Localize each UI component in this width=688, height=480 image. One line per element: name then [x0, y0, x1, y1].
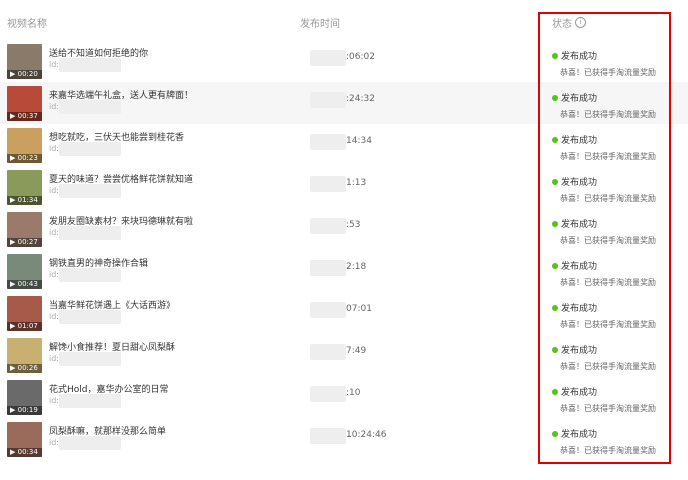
publish-time: 7:49 [300, 344, 390, 360]
id-blur [59, 142, 121, 156]
video-thumbnail[interactable]: ▶ 00:19 [7, 380, 42, 415]
publish-time: 10:24:46 [300, 428, 390, 444]
id-blur [59, 268, 121, 282]
video-thumbnail[interactable]: ▶ 00:37 [7, 86, 42, 121]
video-thumbnail[interactable]: ▶ 01:07 [7, 296, 42, 331]
duration-badge: ▶ 01:34 [7, 196, 42, 205]
video-thumbnail[interactable]: ▶ 00:23 [7, 128, 42, 163]
duration-badge: ▶ 01:07 [7, 322, 42, 331]
duration-badge: ▶ 00:26 [7, 364, 42, 373]
time-blur [310, 260, 346, 276]
id-blur [59, 226, 121, 240]
video-thumbnail[interactable]: ▶ 00:20 [7, 44, 42, 79]
publish-time: 1:13 [300, 176, 390, 192]
status-column-highlight [538, 12, 671, 464]
id-blur [59, 100, 121, 114]
header-video: 视频名称 [7, 19, 47, 30]
time-blur [310, 92, 346, 108]
id-blur [59, 310, 121, 324]
publish-time: 14:34 [300, 134, 390, 150]
header-time: 发布时间 [300, 19, 340, 30]
video-id: id: [49, 394, 121, 408]
duration-badge: ▶ 00:23 [7, 154, 42, 163]
time-blur [310, 344, 346, 360]
time-blur [310, 428, 346, 444]
video-id: id: [49, 184, 121, 198]
duration-badge: ▶ 00:43 [7, 280, 42, 289]
video-id: id: [49, 100, 121, 114]
duration-badge: ▶ 00:27 [7, 238, 42, 247]
video-id: id: [49, 58, 121, 72]
video-thumbnail[interactable]: ▶ 00:27 [7, 212, 42, 247]
video-id: id: [49, 352, 121, 366]
time-blur [310, 50, 346, 66]
id-blur [59, 58, 121, 72]
video-id: id: [49, 268, 121, 282]
publish-time: :53 [300, 218, 390, 234]
video-thumbnail[interactable]: ▶ 00:26 [7, 338, 42, 373]
id-blur [59, 352, 121, 366]
video-id: id: [49, 436, 121, 450]
publish-time: :10 [300, 386, 390, 402]
publish-time: :06:02 [300, 50, 390, 66]
publish-time: 2:18 [300, 260, 390, 276]
video-id: id: [49, 310, 121, 324]
time-blur [310, 302, 346, 318]
publish-time: :24:32 [300, 92, 390, 108]
video-thumbnail[interactable]: ▶ 00:43 [7, 254, 42, 289]
video-thumbnail[interactable]: ▶ 00:34 [7, 422, 42, 457]
duration-badge: ▶ 00:20 [7, 70, 42, 79]
time-blur [310, 386, 346, 402]
id-blur [59, 394, 121, 408]
video-id: id: [49, 226, 121, 240]
id-blur [59, 184, 121, 198]
id-blur [59, 436, 121, 450]
time-blur [310, 176, 346, 192]
publish-time: 07:01 [300, 302, 390, 318]
duration-badge: ▶ 00:37 [7, 112, 42, 121]
video-id: id: [49, 142, 121, 156]
time-blur [310, 134, 346, 150]
duration-badge: ▶ 00:34 [7, 448, 42, 457]
time-blur [310, 218, 346, 234]
duration-badge: ▶ 00:19 [7, 406, 42, 415]
video-thumbnail[interactable]: ▶ 01:34 [7, 170, 42, 205]
